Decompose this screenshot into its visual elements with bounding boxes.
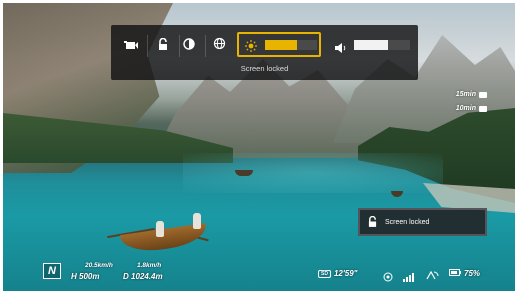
compass-label: N [48, 265, 56, 277]
camera-view: Screen locked 15min 10min Screen locked … [3, 3, 515, 291]
volume-level [354, 40, 388, 50]
flight-time-value: 15min [455, 91, 476, 98]
sd-card-icon: SD [318, 269, 331, 278]
scenery-lake-reflection [183, 153, 443, 193]
brightness-slider[interactable] [237, 32, 321, 57]
unlock-icon [158, 37, 168, 55]
flight-time-indicator: 15min [456, 91, 487, 98]
compass-indicator[interactable]: N [43, 263, 61, 279]
contrast-button[interactable] [177, 35, 201, 57]
height-label: H [71, 272, 77, 281]
control-bar-message: Screen locked [240, 64, 289, 73]
scenery-small-boat [391, 191, 403, 197]
scenery-person [193, 213, 201, 229]
battery-icon [449, 269, 461, 278]
signal-strength-icon [403, 269, 417, 287]
brightness-track [265, 40, 317, 50]
video-mode-button[interactable] [119, 35, 143, 57]
vertical-speed: 1.8km/h [137, 262, 162, 269]
distance-label: D [123, 272, 129, 281]
height-readout: H 500m [71, 272, 99, 281]
quick-control-bar: Screen locked [111, 25, 418, 80]
record-time: 12'59" [333, 269, 358, 278]
return-home-time-value: 10min [455, 105, 476, 112]
volume-slider[interactable] [330, 34, 412, 56]
distance-readout: D 1024.4m [123, 272, 163, 281]
sun-icon [245, 39, 257, 57]
recording-status: SD 12'59" [318, 269, 357, 278]
toast-text: Screen locked [385, 218, 430, 226]
height-value: 500m [79, 272, 100, 281]
brightness-level [265, 40, 298, 50]
video-camera-icon [124, 37, 138, 55]
gimbal-globe-icon [213, 37, 226, 55]
contrast-icon [183, 37, 195, 55]
divider [205, 35, 206, 57]
scenery-person [156, 221, 164, 237]
unlock-icon [368, 215, 377, 229]
battery-status: 75% [449, 269, 480, 278]
gimbal-button[interactable] [207, 35, 231, 57]
battery-flight-icon [479, 91, 487, 98]
volume-track [354, 40, 410, 50]
distance-value: 1024.4m [131, 272, 163, 281]
divider [147, 35, 148, 57]
horizontal-speed: 20.5km/h [85, 262, 113, 269]
speaker-icon [335, 40, 347, 58]
return-home-time-indicator: 10min [456, 105, 487, 112]
return-home-icon [479, 105, 487, 112]
battery-percent: 75% [464, 269, 481, 278]
screen-locked-toast: Screen locked [358, 208, 487, 236]
gps-icon [383, 269, 393, 287]
screen-lock-button[interactable] [151, 35, 175, 57]
transmission-icon [425, 268, 439, 286]
